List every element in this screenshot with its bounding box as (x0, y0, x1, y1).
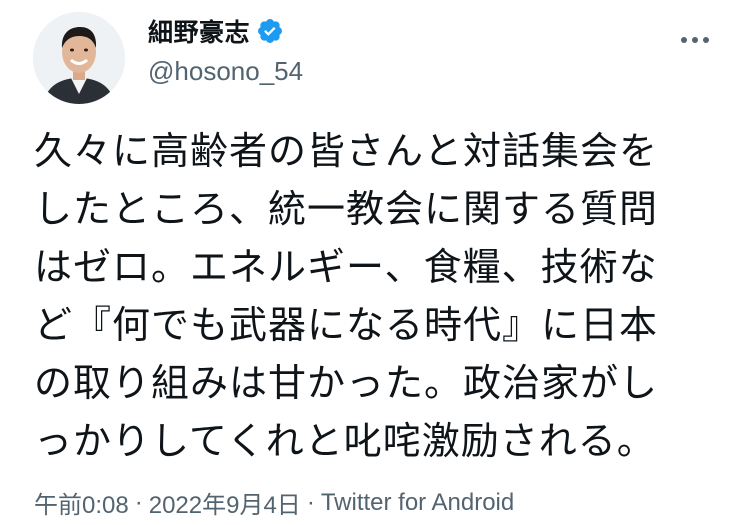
display-name[interactable]: 細野豪志 (148, 13, 250, 49)
user-handle[interactable]: @hosono_54 (148, 56, 303, 87)
more-dot (681, 37, 687, 43)
verified-badge-icon (256, 17, 284, 45)
author-block: 細野豪志 @hosono_54 (148, 14, 303, 87)
separator: · (306, 488, 315, 516)
separator: · (134, 488, 143, 516)
tweet-metadata: 午前0:08 · 2022年9月4日 · Twitter for Android (34, 485, 514, 520)
avatar[interactable] (33, 12, 125, 104)
more-options-icon[interactable] (681, 28, 717, 43)
more-dot (703, 37, 709, 43)
profile-photo-icon (33, 12, 125, 104)
tweet-date[interactable]: 2022年9月4日 (149, 485, 301, 520)
tweet: 細野豪志 @hosono_54 久々に高齢者の皆さんと対話集会を したところ、統… (0, 0, 750, 525)
more-dot (692, 37, 698, 43)
tweet-time[interactable]: 午前0:08 (34, 485, 129, 520)
name-row: 細野豪志 (148, 14, 303, 48)
tweet-source[interactable]: Twitter for Android (321, 489, 514, 517)
tweet-text: 久々に高齢者の皆さんと対話集会を したところ、統一教会に関する質問 はゼロ。エネ… (34, 129, 659, 463)
